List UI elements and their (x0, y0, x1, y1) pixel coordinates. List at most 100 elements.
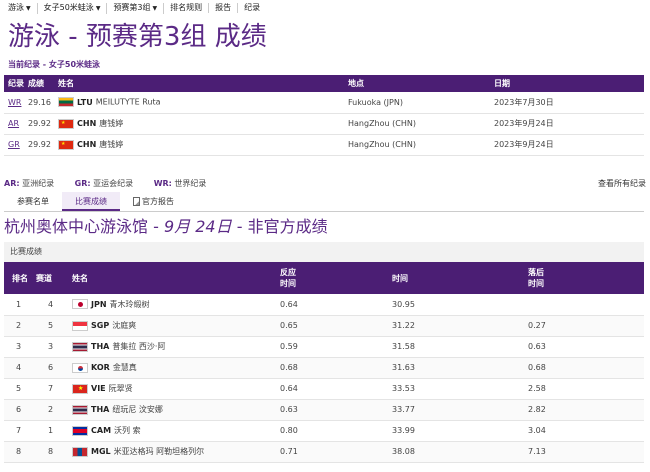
result-time: 31.22 (392, 315, 528, 337)
result-rank: 2 (4, 315, 36, 337)
record-date: 2023年7月30日 (494, 92, 644, 114)
record-holder: CHN唐钱婷 (58, 113, 348, 135)
result-row: 7 1 CAM 沃列 索 0.80 33.99 3.04 (4, 420, 644, 442)
result-reaction: 0.68 (280, 357, 392, 379)
result-rank: 3 (4, 336, 36, 358)
result-row: 57VIE阮翠贤0.6433.532.58 (4, 378, 644, 400)
result-lane: 8 (36, 441, 72, 463)
result-reaction: 0.80 (280, 420, 392, 442)
result-rank: 4 (4, 357, 36, 379)
tab-start-list[interactable]: 参赛名单 (4, 192, 62, 211)
result-lane: 6 (36, 357, 72, 379)
col-name: 姓名 (58, 75, 348, 92)
record-code[interactable]: AR (4, 113, 28, 135)
ltu-flag-icon (58, 97, 74, 108)
page-title: 游泳 - 预赛第3组 成绩 (8, 22, 267, 52)
athlete-name[interactable]: 青木玲缎树 (110, 300, 150, 309)
nav-ranking-rules[interactable]: 排名规则 (164, 3, 210, 13)
legend-wr: WR: 世界纪录 (153, 179, 207, 188)
noc-code: THA (91, 405, 110, 414)
result-lane: 1 (36, 420, 72, 442)
athlete-name[interactable]: 纽玩尼 汶安娜 (112, 405, 163, 414)
record-holder: LTU MEILUTYTE Ruta (58, 92, 348, 114)
result-reaction: 0.64 (280, 378, 392, 400)
record-code-link[interactable]: WR (8, 98, 21, 107)
results-table: 排名 赛道 姓名 反应 时间 时间 落后 时间 1 4 JPN 青木玲缎树 0.64 30.9… (4, 262, 644, 463)
result-time: 38.08 (392, 441, 528, 463)
tha-flag-icon (72, 341, 88, 352)
chevron-down-icon: ▼ (95, 4, 101, 12)
result-row: 8 8 MGL 米亚达格玛 阿勒坦格列尔 0.71 38.08 7.13 (4, 441, 644, 463)
tab-bar: 参赛名单 比赛成绩 官方报告 (4, 192, 644, 212)
col-reaction: 反应 时间 (280, 262, 392, 294)
result-athlete: MGL 米亚达格玛 阿勒坦格列尔 (72, 441, 280, 463)
view-all-records-link[interactable]: 查看所有纪录 (598, 178, 646, 189)
record-time: 29.92 (28, 113, 58, 135)
noc-code: MGL (91, 447, 111, 456)
top-nav: 游泳 ▼ 女子50米蛙泳 ▼ 预赛第3组 ▼ 排名规则 报告 纪录 (0, 0, 650, 16)
record-legend: AR: 亚洲纪录 GR: 亚运会纪录 WR: 世界纪录 (4, 178, 224, 189)
result-time: 31.63 (392, 357, 528, 379)
athlete-name[interactable]: 普集拉 西沙·阿 (112, 342, 165, 351)
result-lane: 5 (36, 315, 72, 337)
noc-code: KOR (91, 363, 110, 372)
result-behind: 2.58 (528, 378, 644, 400)
records-header-row: 纪录 成绩 姓名 地点 日期 (4, 75, 644, 92)
chevron-down-icon: ▼ (26, 4, 31, 12)
result-lane: 3 (36, 336, 72, 358)
venue-title: 杭州奥体中心游泳馆 - 9月 24日 - 非官方成绩 (4, 217, 328, 236)
noc-code: VIE (91, 384, 106, 393)
athlete-name[interactable]: 唐钱婷 (99, 140, 123, 149)
record-holder: CHN唐钱婷 (58, 134, 348, 156)
record-code[interactable]: GR (4, 134, 28, 156)
record-code-link[interactable]: GR (8, 140, 20, 149)
athlete-name[interactable]: 阮翠贤 (109, 384, 133, 393)
noc-code: CHN (77, 140, 97, 149)
record-date: 2023年9月24日 (494, 134, 644, 156)
athlete-name[interactable]: 唐钱婷 (99, 119, 123, 128)
result-athlete: CAM 沃列 索 (72, 420, 280, 442)
nav-records[interactable]: 纪录 (238, 3, 266, 13)
col-result: 成绩 (28, 75, 58, 92)
tab-results[interactable]: 比赛成绩 (62, 192, 120, 211)
noc-code: CHN (77, 119, 97, 128)
col-rank: 排名 (4, 262, 36, 294)
athlete-name[interactable]: MEILUTYTE Ruta (96, 98, 161, 107)
nav-heat[interactable]: 预赛第3组 ▼ (107, 2, 165, 14)
col-date: 日期 (494, 75, 644, 92)
result-athlete: SGP 沈庭爽 (72, 315, 280, 337)
athlete-name[interactable]: 沃列 索 (114, 426, 141, 435)
result-behind: 2.82 (528, 399, 644, 421)
tab-official-report[interactable]: 官方报告 (120, 192, 187, 211)
col-place: 地点 (348, 75, 494, 92)
nav-event[interactable]: 女子50米蛙泳 ▼ (38, 2, 108, 14)
result-reaction: 0.63 (280, 399, 392, 421)
record-date: 2023年9月24日 (494, 113, 644, 135)
result-athlete: KOR 金慧真 (72, 357, 280, 379)
chn-flag-icon (58, 139, 74, 150)
athlete-name[interactable]: 沈庭爽 (112, 321, 136, 330)
noc-code: SGP (91, 321, 110, 330)
chn-flag-icon (58, 118, 74, 129)
nav-reports[interactable]: 报告 (209, 3, 239, 13)
tha-flag-icon (72, 404, 88, 415)
result-lane: 2 (36, 399, 72, 421)
record-place: Fukuoka (JPN) (348, 92, 494, 114)
legend-gr: GR: 亚运会纪录 (74, 179, 134, 188)
nav-sport[interactable]: 游泳 ▼ (8, 2, 38, 14)
result-reaction: 0.64 (280, 294, 392, 316)
athlete-name[interactable]: 米亚达格玛 阿勒坦格列尔 (114, 447, 205, 456)
result-time: 30.95 (392, 294, 528, 316)
result-rank: 6 (4, 399, 36, 421)
col-lane: 赛道 (36, 262, 72, 294)
result-athlete: JPN 青木玲缎树 (72, 294, 280, 316)
result-row: 1 4 JPN 青木玲缎树 0.64 30.95 (4, 294, 644, 316)
result-lane: 7 (36, 378, 72, 400)
record-code[interactable]: WR (4, 92, 28, 114)
record-code-link[interactable]: AR (8, 119, 19, 128)
pdf-icon (133, 197, 140, 206)
kor-flag-icon (72, 362, 88, 373)
record-place: HangZhou (CHN) (348, 134, 494, 156)
athlete-name[interactable]: 金慧真 (113, 363, 137, 372)
vie-flag-icon (72, 383, 88, 394)
